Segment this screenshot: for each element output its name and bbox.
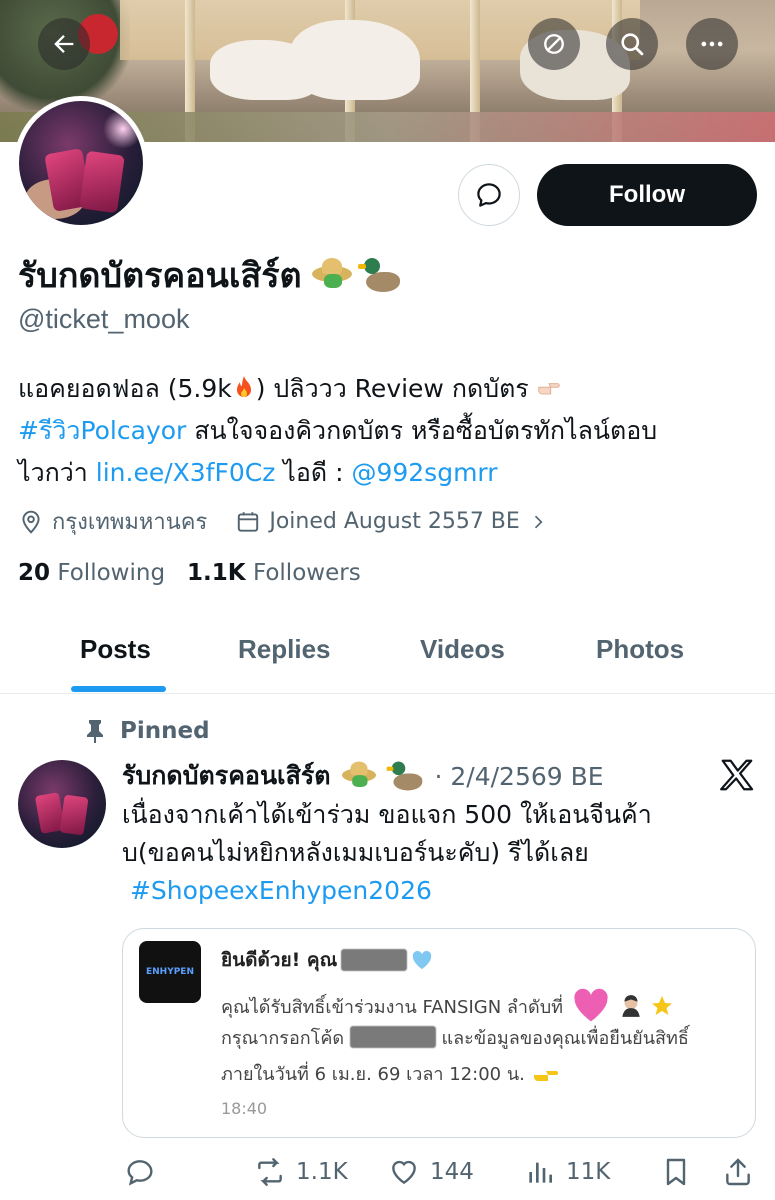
card-line: ภายในวันที่ 6 เม.ย. 69 เวลา 12:00 น.	[221, 1059, 561, 1088]
redacted-name	[341, 949, 408, 971]
bio-hashtag-link[interactable]: #รีวิวPolcayor	[18, 416, 186, 445]
pin-icon	[87, 720, 103, 743]
app-icon: ENHYPEN	[139, 941, 201, 1003]
location-text: กรุงเทพมหานคร	[52, 510, 208, 535]
like-button[interactable]: 144	[388, 1156, 474, 1188]
bio-text: ไอดี :	[275, 458, 352, 487]
post-hashtag-link[interactable]: #ShopeexEnhypen2026	[130, 876, 432, 905]
display-name: รับกดบัตรคอนเสิร์ต	[18, 256, 302, 296]
post-text-line: เนื่องจากเค้าได้เข้าร่วม ขอแจก 500 ให้เอ…	[122, 800, 652, 829]
sparkling-heart-icon	[574, 988, 608, 1022]
duck-emoji-icon	[386, 760, 424, 792]
views-count: 11K	[566, 1159, 611, 1185]
star-icon	[652, 996, 673, 1015]
post-text: เนื่องจากเค้าได้เข้าร่วม ขอแจก 500 ให้เอ…	[122, 796, 742, 910]
app-icon-text: ENHYPEN	[145, 967, 194, 977]
joined-text: Joined August 2557 BE	[269, 509, 520, 534]
pointing-hand-icon	[533, 1071, 558, 1081]
more-button[interactable]	[686, 18, 738, 70]
post-text-line: บ(ขอคนไม่หยิกหลังเมมเบอร์นะคับ) รีได้เลย	[122, 838, 589, 867]
share-button[interactable]	[722, 1156, 754, 1188]
card-line-text: ภายในวันที่ 6 เม.ย. 69 เวลา 12:00 น.	[221, 1064, 525, 1085]
block-button[interactable]	[528, 18, 580, 70]
bio-text: แอคยอดฟอล (5.9k	[18, 374, 232, 403]
tab-videos[interactable]: Videos	[420, 634, 505, 665]
card-line: กรุณากรอกโค้ด และข้อมูลของคุณเพื่อยืนยัน…	[221, 1023, 689, 1052]
x-logo-icon	[720, 759, 754, 791]
views-button[interactable]: 11K	[524, 1156, 610, 1188]
active-tab-indicator	[71, 686, 166, 692]
bio-text: สนใจจองคิวกดบัตร หรือซื้อบัตรทักไลน์ตอบ	[186, 416, 658, 445]
bio-line-id-link[interactable]: @992sgmrr	[351, 458, 497, 487]
back-button[interactable]	[38, 18, 90, 70]
followers-link[interactable]: 1.1K Followers	[187, 560, 361, 586]
card-title: ยินดีด้วย! คุณ	[221, 945, 433, 975]
blue-heart-icon	[412, 950, 432, 970]
like-count: 144	[430, 1159, 474, 1185]
card-time: 18:40	[221, 1099, 268, 1118]
pinned-indicator: Pinned	[84, 718, 210, 744]
hat-emoji-icon	[311, 258, 352, 292]
retweet-count: 1.1K	[296, 1159, 348, 1185]
fire-emoji-icon	[236, 376, 251, 397]
duck-emoji-icon	[357, 256, 402, 294]
pinned-label: Pinned	[120, 718, 210, 744]
search-icon	[621, 33, 644, 56]
card-title-text: ยินดีด้วย! คุณ	[221, 949, 338, 971]
card-line: คุณได้รับสิทธิ์เข้าร่วมงาน FANSIGN ลำดับ…	[221, 987, 674, 1023]
bio-text: ไวกว่า	[18, 458, 96, 487]
joined-date[interactable]: Joined August 2557 BE	[235, 509, 547, 535]
post-image-card[interactable]: ENHYPEN ยินดีด้วย! คุณ คุณได้รับสิทธิ์เข…	[122, 928, 756, 1138]
calendar-icon	[238, 511, 259, 532]
tab-posts[interactable]: Posts	[80, 634, 151, 665]
card-line-text: และข้อมูลของคุณเพื่อยืนยันสิทธิ์	[441, 1028, 689, 1049]
post-avatar[interactable]	[18, 760, 106, 848]
bio-url-link[interactable]: lin.ee/X3fF0Cz	[96, 458, 276, 487]
following-label: Following	[57, 560, 166, 586]
heart-icon	[392, 1160, 416, 1185]
message-button[interactable]	[458, 164, 520, 226]
following-count: 20	[18, 560, 51, 586]
views-chart-icon	[529, 1162, 552, 1183]
profile-meta: กรุงเทพมหานคร Joined August 2557 BE	[18, 504, 576, 539]
arrow-left-icon	[54, 35, 74, 53]
profile-tabs: Posts Replies Videos Photos	[0, 618, 775, 694]
follow-button[interactable]: Follow	[537, 164, 757, 226]
vampire-emoji-icon	[622, 995, 641, 1017]
retweet-icon	[258, 1158, 282, 1186]
share-icon	[726, 1158, 750, 1186]
following-link[interactable]: 20 Following	[18, 560, 165, 586]
followers-count: 1.1K	[187, 560, 246, 586]
profile-avatar[interactable]	[14, 96, 148, 230]
profile-handle: @ticket_mook	[18, 304, 190, 334]
follow-stats: 20 Following 1.1K Followers	[18, 560, 361, 586]
redacted-code	[349, 1026, 436, 1048]
chat-bubble-icon	[477, 183, 501, 207]
pointing-hand-emoji-icon	[537, 383, 560, 395]
retweet-button[interactable]: 1.1K	[254, 1156, 348, 1188]
hat-emoji-icon	[341, 761, 376, 791]
post-header: รับกดบัตรคอนเสิร์ต · 2/4/2569 BE	[122, 756, 604, 796]
post-actions: 1.1K 144 11K	[0, 1148, 775, 1198]
more-icon	[701, 41, 723, 47]
bio-text: ) ปลิววว Review กดบัตร	[255, 374, 537, 403]
bookmark-button[interactable]	[660, 1156, 692, 1188]
bookmark-icon	[666, 1158, 686, 1186]
location: กรุงเทพมหานคร	[18, 504, 207, 539]
tab-replies[interactable]: Replies	[238, 634, 331, 665]
post-date[interactable]: · 2/4/2569 BE	[435, 762, 604, 791]
display-name-row: รับกดบัตรคอนเสิร์ต	[18, 248, 402, 302]
card-line-text: กรุณากรอกโค้ด	[221, 1028, 345, 1049]
location-pin-icon	[22, 510, 40, 534]
followers-label: Followers	[252, 560, 361, 586]
tab-photos[interactable]: Photos	[596, 634, 684, 665]
reply-button[interactable]	[124, 1156, 166, 1188]
search-button[interactable]	[606, 18, 658, 70]
block-icon	[544, 34, 564, 54]
post-author-name[interactable]: รับกดบัตรคอนเสิร์ต	[122, 756, 331, 796]
profile-bio: แอคยอดฟอล (5.9k ) ปลิววว Review กดบัตร #ร…	[18, 368, 763, 494]
chevron-right-icon	[534, 515, 543, 528]
reply-icon	[127, 1160, 153, 1186]
card-line-text: คุณได้รับสิทธิ์เข้าร่วมงาน FANSIGN ลำดับ…	[221, 997, 564, 1018]
